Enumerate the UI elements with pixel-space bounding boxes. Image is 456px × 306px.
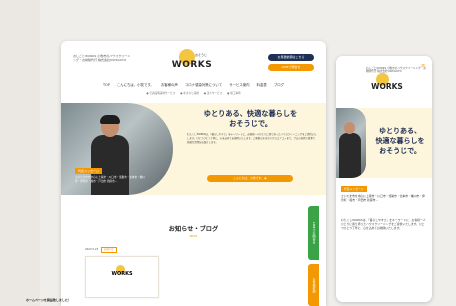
person-figure <box>91 115 129 195</box>
line-contact-button[interactable]: LINEで問合せ <box>268 64 314 71</box>
mobile-tag: 代表メッセージ <box>341 186 367 192</box>
news-category-badge: お知らせ <box>101 247 117 253</box>
hero-button[interactable]: こんにちは、小牧です。 ▶ <box>207 175 293 182</box>
estimate-button[interactable]: お見積依頼はこちら <box>268 54 314 61</box>
works-logo[interactable]: おそうじ WORKS <box>169 49 215 73</box>
logo-small-text: おそうじ <box>195 53 208 57</box>
background-left-panel <box>0 0 40 306</box>
news-item-title[interactable]: ホームページを開設致しました！ <box>26 298 71 302</box>
desktop-header: おしごとWORKS 小牧市のハウスクリーニング・お掃除代行 株式会社OSHIGO… <box>61 41 326 79</box>
subnav-item[interactable]: ● 施工事例 <box>227 92 240 95</box>
subnav-item[interactable]: ● 空調設備清掃サービス <box>146 92 175 95</box>
logo-wordmark: WORKS <box>171 60 213 70</box>
mobile-logo-wordmark: WORKS <box>371 82 403 91</box>
nav-item-services[interactable]: サービス案内 <box>229 83 249 87</box>
hero-photo: 代表メッセージ さいたま市を中心に上尾市・川口市・鴻巣市・北本市・桶川市・伊奈町… <box>61 103 173 195</box>
nav-item-covid[interactable]: コロナ感染対策について <box>185 83 222 87</box>
hero-title: ゆとりある、快適な暮らしを おそうじで。 <box>175 109 326 129</box>
hero-photo-caption: さいたま市を中心に上尾市・川口市・鴻巣市・北本市・桶川市・伊奈町・蕨市・戸田市 … <box>75 176 145 183</box>
nav-item-top[interactable]: TOP <box>103 83 110 87</box>
nav-item-voices[interactable]: お客様の声 <box>161 83 178 87</box>
person-head <box>344 122 355 134</box>
mobile-body-text: わたくしWORKSは、「暮らしやすさ」をキーワードに、お客様一人ひとりに寄り添っ… <box>341 218 426 231</box>
person-body <box>339 133 361 178</box>
news-section-title: お知らせ・ブログ <box>168 226 219 233</box>
nav-item-greeting[interactable]: こんにちは、小牧です。 <box>117 83 154 87</box>
news-section-en: NEWS <box>189 235 198 238</box>
news-card-logo: WORKS <box>110 265 134 279</box>
news-card-wordmark: WORKS <box>111 271 133 277</box>
hero-title-line1: ゆとりある、快適な暮らしを <box>203 109 298 118</box>
hero-title-line2: おそうじで。 <box>229 119 272 128</box>
sub-nav: ● 空調設備清掃サービス ● 水まわり清掃 ● 法人サービス ● 施工事例 <box>61 91 326 95</box>
subnav-item[interactable]: ● 水まわり清掃 <box>180 92 199 95</box>
mobile-title-line3: おそうじで。 <box>379 147 421 155</box>
side-tab-line[interactable]: LINEでお問合せ <box>308 206 319 260</box>
nav-item-pricing[interactable]: 料金表 <box>257 83 267 87</box>
mobile-works-logo[interactable]: WORKS <box>366 73 408 93</box>
brand-subtitle: おしごとWORKS 小牧市のハウスクリーニング・お掃除代行 株式会社OSHIGO… <box>73 54 131 62</box>
mobile-title-line1: ゆとりある、 <box>379 127 421 135</box>
mobile-title-line2: 快適な暮らしを <box>375 137 425 145</box>
mobile-hero-photo <box>336 108 366 178</box>
desktop-mockup: おしごとWORKS 小牧市のハウスクリーニング・お掃除代行 株式会社OSHIGO… <box>61 41 326 306</box>
mobile-caption: さいたま市を中心に上尾市・川口市・鴻巣市・北本市・桶川市・伊奈町・蕨市・戸田市 … <box>341 194 425 202</box>
news-card[interactable]: WORKS <box>85 256 159 298</box>
mobile-mockup: ≡ おしごとWORKS 小牧市のハウスクリーニング・お掃除代行 株式会社OSHI… <box>336 56 432 302</box>
side-tab-estimate[interactable]: お見積依頼 <box>308 264 319 306</box>
nav-item-blog[interactable]: ブログ <box>274 83 284 87</box>
person-body <box>91 135 129 195</box>
hero-tag: 代表メッセージ <box>75 168 102 174</box>
main-nav: TOP こんにちは、小牧です。 お客様の声 コロナ感染対策について サービス案内… <box>61 82 326 87</box>
mobile-hero-title: ゆとりある、 快適な暮らしを おそうじで。 <box>370 126 430 156</box>
subnav-item[interactable]: ● 法人サービス <box>204 92 223 95</box>
person-hair <box>100 115 120 124</box>
hero-body-text: わたくしWORKSは、「暮らしやすさ」をキーワードに、お客様一人ひとりに寄り添っ… <box>187 133 317 144</box>
news-date: 2022.5.23 <box>85 248 99 251</box>
